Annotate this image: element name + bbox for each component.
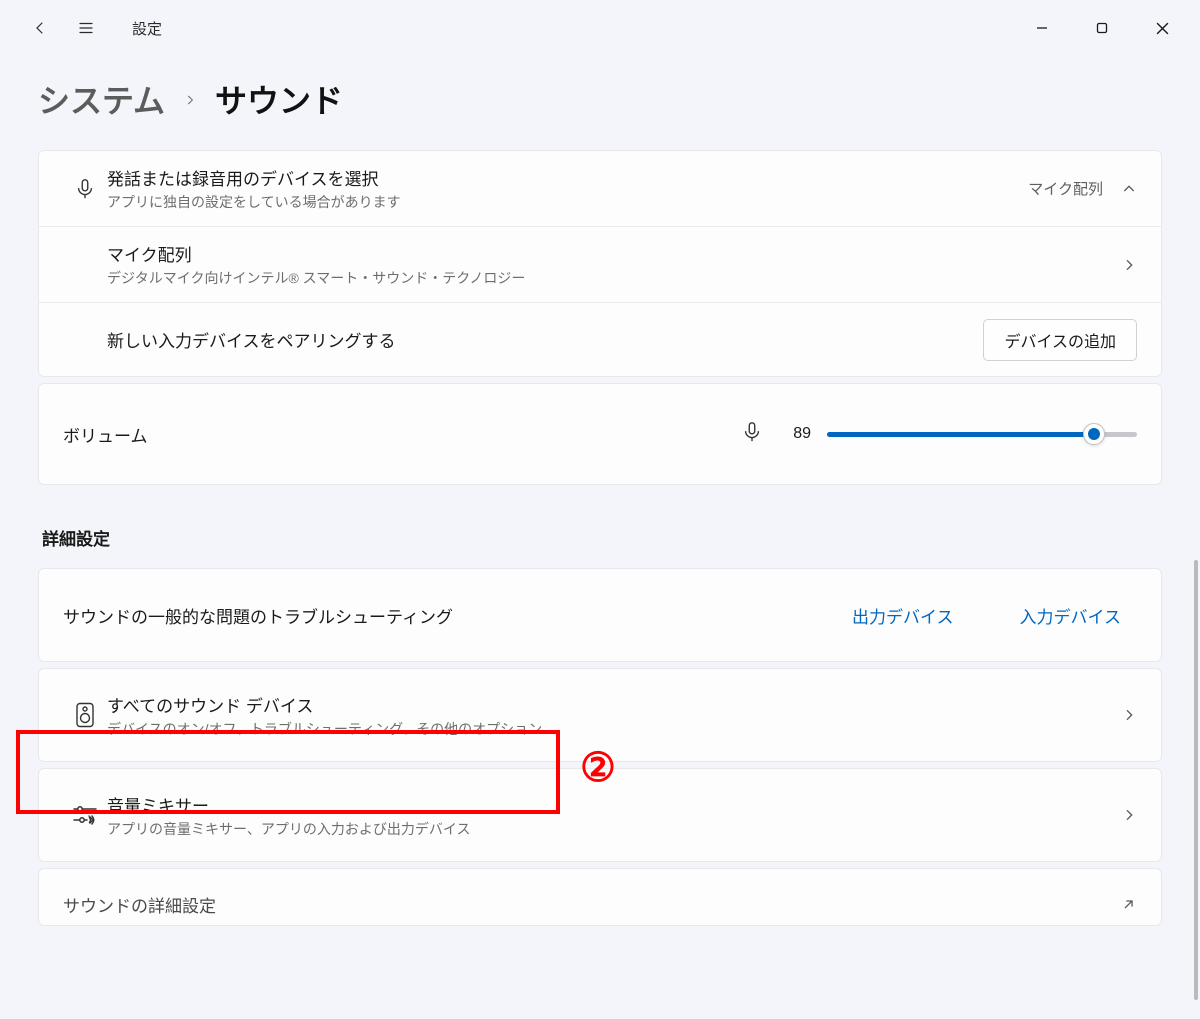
more-sound-settings-card[interactable]: サウンドの詳細設定 [38,868,1162,926]
troubleshoot-card: サウンドの一般的な問題のトラブルシューティング 出力デバイス 入力デバイス [38,568,1162,662]
input-device-card: 発話または録音用のデバイスを選択 アプリに独自の設定をしている場合があります マ… [38,150,1162,377]
mixer-subtitle: アプリの音量ミキサー、アプリの入力および出力デバイス [107,819,1121,839]
maximize-button[interactable] [1072,6,1132,50]
output-devices-button[interactable]: 出力デバイス [842,599,964,632]
breadcrumb: システム サウンド [0,56,1200,150]
all-devices-title: すべてのサウンド デバイス [107,692,1121,717]
troubleshoot-row: サウンドの一般的な問題のトラブルシューティング 出力デバイス 入力デバイス [39,569,1161,661]
input-device-title: 発話または録音用のデバイスを選択 [107,165,1028,190]
close-button[interactable] [1132,6,1192,50]
back-button[interactable] [22,10,58,46]
all-devices-subtitle: デバイスのオン/オフ、トラブルシューティング、その他のオプション [107,719,1121,739]
scrollbar[interactable] [1194,560,1198,1000]
volume-row: ボリューム 89 [39,384,1161,484]
pair-device-row: 新しい入力デバイスをペアリングする デバイスの追加 [39,302,1161,376]
chevron-right-icon [1121,807,1137,823]
speaker-icon [63,702,107,728]
mic-array-title: マイク配列 [107,241,1121,266]
input-devices-button[interactable]: 入力デバイス [1010,599,1132,632]
open-external-icon [1120,896,1137,913]
volume-card: ボリューム 89 [38,383,1162,485]
mixer-card[interactable]: 音量ミキサー アプリの音量ミキサー、アプリの入力および出力デバイス [38,768,1162,862]
app-title: 設定 [132,18,162,39]
titlebar: 設定 [0,0,1200,56]
mixer-icon [63,803,107,827]
mic-array-subtitle: デジタルマイク向けインテル® スマート・サウンド・テクノロジー [107,268,1121,288]
chevron-right-icon [183,90,197,113]
all-sound-devices-card[interactable]: すべてのサウンド デバイス デバイスのオン/オフ、トラブルシューティング、その他… [38,668,1162,762]
microphone-icon [63,178,107,200]
input-device-selected: マイク配列 [1028,178,1103,199]
more-settings-title: サウンドの詳細設定 [63,892,1120,917]
chevron-right-icon [1121,257,1137,273]
mic-array-row[interactable]: マイク配列 デジタルマイク向けインテル® スマート・サウンド・テクノロジー [39,226,1161,302]
pair-device-label: 新しい入力デバイスをペアリングする [107,327,983,352]
hamburger-menu-button[interactable] [68,10,104,46]
volume-slider[interactable] [827,422,1137,446]
troubleshoot-label: サウンドの一般的な問題のトラブルシューティング [63,603,842,628]
chevron-up-icon [1121,181,1137,197]
microphone-icon[interactable] [741,421,763,447]
breadcrumb-current: サウンド [215,76,343,122]
advanced-settings-heading: 詳細設定 [38,491,1162,568]
breadcrumb-parent[interactable]: システム [38,76,165,122]
minimize-button[interactable] [1012,6,1072,50]
volume-label: ボリューム [63,422,741,447]
input-device-subtitle: アプリに独自の設定をしている場合があります [107,192,1028,212]
input-device-header-row[interactable]: 発話または録音用のデバイスを選択 アプリに独自の設定をしている場合があります マ… [39,151,1161,226]
mixer-title: 音量ミキサー [107,792,1121,817]
chevron-right-icon [1121,707,1137,723]
volume-value: 89 [779,425,811,443]
add-device-button[interactable]: デバイスの追加 [983,319,1137,361]
